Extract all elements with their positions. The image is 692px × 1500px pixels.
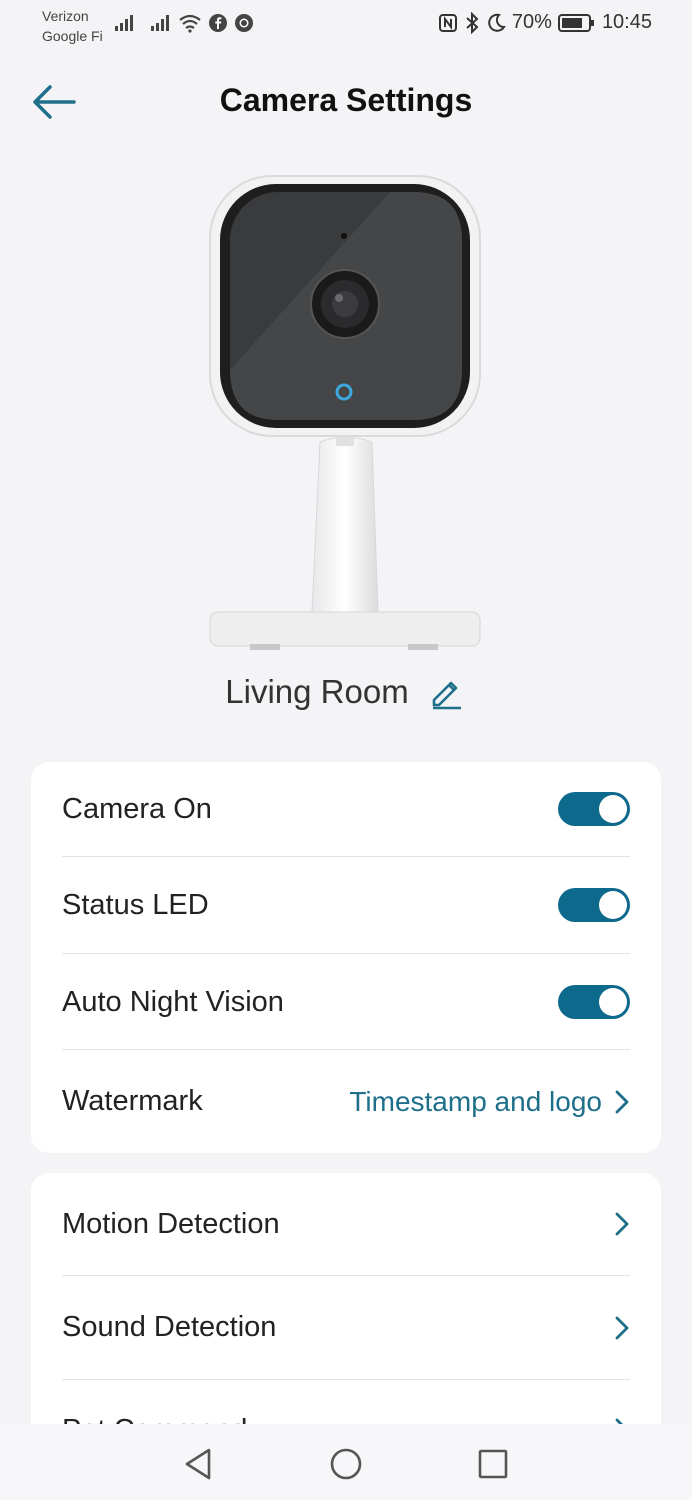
status-bar: Verizon Google Fi 70% 10:45 — [0, 0, 692, 50]
do-not-disturb-moon-icon — [486, 13, 506, 33]
setting-row-camera-on: Camera On — [62, 762, 630, 856]
setting-row-motion-detection[interactable]: Motion Detection — [62, 1173, 630, 1275]
facebook-icon — [208, 13, 228, 33]
chevron-right-icon — [614, 1089, 630, 1115]
toggle-knob — [599, 988, 627, 1016]
camera-on-toggle[interactable] — [558, 792, 630, 826]
nfc-icon — [438, 13, 458, 33]
carrier-secondary: Google Fi — [42, 28, 103, 44]
camera-on-label: Camera On — [62, 792, 212, 825]
motion-detection-label: Motion Detection — [62, 1207, 280, 1240]
detection-settings-card: Motion Detection Sound Detection Pet Com… — [31, 1173, 661, 1446]
clock: 10:45 — [601, 11, 652, 33]
watermark-value: Timestamp and logo — [349, 1085, 602, 1117]
bluetooth-icon — [464, 11, 480, 34]
triangle-back-icon — [183, 1447, 213, 1481]
circle-home-icon — [329, 1447, 363, 1481]
device-name: Living Room — [225, 673, 409, 710]
page-title: Camera Settings — [219, 82, 473, 118]
sound-detection-label: Sound Detection — [62, 1311, 277, 1343]
edit-name-button[interactable] — [427, 672, 467, 712]
setting-row-status-led: Status LED — [62, 857, 630, 953]
setting-row-sound-detection[interactable]: Sound Detection — [62, 1276, 630, 1379]
status-icons-left — [114, 13, 254, 33]
battery-percent: 70% — [511, 11, 552, 33]
chrome-icon — [234, 13, 254, 33]
toggle-knob — [599, 795, 627, 823]
pencil-icon — [429, 674, 465, 710]
chevron-right-icon — [614, 1315, 630, 1341]
device-name-row: Living Room — [0, 672, 692, 712]
auto-night-vision-label: Auto Night Vision — [62, 985, 284, 1018]
status-led-label: Status LED — [62, 888, 209, 921]
watermark-value-link[interactable]: Timestamp and logo — [349, 1086, 630, 1118]
watermark-label: Watermark — [62, 1085, 203, 1117]
system-recents-button[interactable] — [473, 1444, 513, 1484]
status-icons-right: 70% 10:45 — [438, 11, 652, 34]
chevron-right-icon — [614, 1211, 630, 1237]
setting-row-watermark[interactable]: Watermark Timestamp and logo — [62, 1050, 630, 1153]
carrier-label: Verizon Google Fi — [42, 6, 103, 46]
camera-device-image — [200, 170, 492, 660]
system-back-button[interactable] — [178, 1444, 218, 1484]
wifi-icon — [178, 13, 202, 33]
toggle-knob — [599, 891, 627, 919]
signal-icon — [114, 14, 136, 32]
camera-settings-card: Camera On Status LED Auto Night Vision W… — [31, 762, 661, 1153]
battery-icon — [557, 13, 596, 33]
signal-icon — [150, 14, 172, 32]
square-recents-icon — [477, 1448, 509, 1480]
carrier-primary: Verizon — [42, 8, 89, 24]
status-led-toggle[interactable] — [558, 888, 630, 922]
system-navigation-bar — [0, 1424, 692, 1500]
auto-night-vision-toggle[interactable] — [558, 985, 630, 1019]
system-home-button[interactable] — [326, 1444, 366, 1484]
setting-row-auto-night-vision: Auto Night Vision — [62, 954, 630, 1050]
